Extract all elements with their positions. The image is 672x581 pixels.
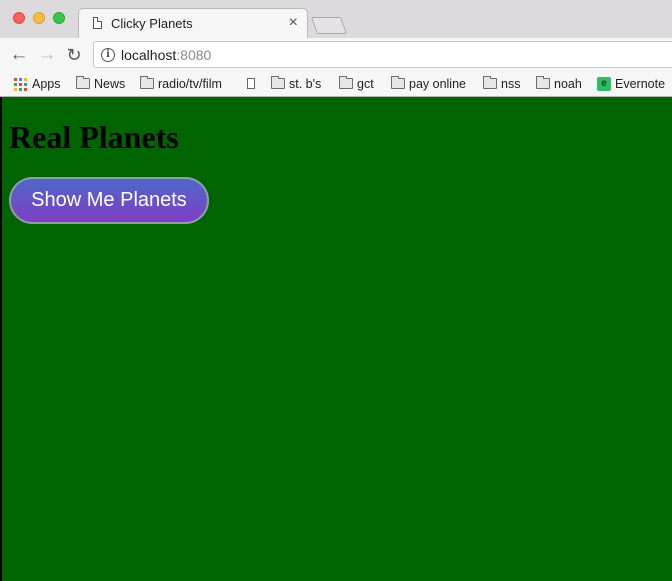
page-icon (247, 78, 255, 89)
close-window-button[interactable] (13, 12, 25, 24)
tab-clicky-planets[interactable]: Clicky Planets × (78, 8, 308, 38)
bookmark-radio-tv-film[interactable]: radio/tv/film (140, 75, 222, 93)
bookmark-label: Apps (32, 77, 61, 91)
page-content: Real Planets Show Me Planets (0, 97, 672, 581)
folder-icon (140, 76, 154, 89)
folder-icon (339, 76, 353, 89)
bookmark-label: gct (357, 77, 374, 91)
url-host: localhost (121, 47, 177, 63)
bookmark-label: noah (554, 77, 582, 91)
page-icon (93, 17, 102, 29)
tab-title: Clicky Planets (111, 16, 193, 31)
bookmark-label: News (94, 77, 126, 91)
bookmark-noah[interactable]: noah (536, 75, 582, 93)
bookmark-nss[interactable]: nss (483, 75, 520, 93)
bookmark-apps[interactable]: Apps (14, 75, 61, 93)
bookmark-news[interactable]: News (76, 75, 125, 93)
page-title: Real Planets (9, 119, 179, 155)
forward-arrow-icon[interactable]: → (36, 44, 58, 66)
folder-icon (76, 76, 90, 89)
bookmark-label: pay online (409, 77, 466, 91)
bookmark-pay-online[interactable]: pay online (391, 75, 466, 93)
bookmark-evernote[interactable]: e Evernote (597, 75, 665, 93)
new-tab-button[interactable] (310, 17, 348, 34)
show-me-planets-button[interactable]: Show Me Planets (9, 177, 209, 224)
url-port: :8080 (176, 47, 212, 63)
bookmark-gct[interactable]: gct (339, 75, 374, 93)
folder-icon (391, 76, 405, 89)
bookmark-label: st. b's (289, 77, 322, 91)
minimize-window-button[interactable] (33, 12, 45, 24)
back-arrow-icon[interactable]: ← (8, 44, 30, 66)
apps-grid-icon (14, 78, 27, 91)
folder-icon (536, 76, 550, 89)
address-bar[interactable]: i localhost:8080 (93, 41, 672, 68)
browser-window: Clicky Planets × ← → ↻ i localhost:8080 … (0, 0, 672, 581)
bookmarks-bar: Apps News radio/tv/film st. b's gct pay … (0, 72, 672, 97)
folder-icon (483, 76, 497, 89)
toolbar: ← → ↻ i localhost:8080 (0, 38, 672, 72)
evernote-icon: e (597, 77, 611, 91)
bookmark-label: Evernote (615, 77, 666, 91)
reload-icon[interactable]: ↻ (63, 44, 85, 66)
info-icon[interactable]: i (101, 48, 115, 62)
folder-icon (271, 76, 285, 89)
tab-close-icon[interactable]: × (289, 14, 298, 32)
bookmark-label: radio/tv/film (158, 77, 222, 91)
bookmark-label: nss (501, 77, 521, 91)
maximize-window-button[interactable] (53, 12, 65, 24)
url-text: localhost:8080 (121, 47, 211, 63)
tab-strip: Clicky Planets × (0, 0, 672, 38)
bookmark-st-bs[interactable]: st. b's (271, 75, 321, 93)
